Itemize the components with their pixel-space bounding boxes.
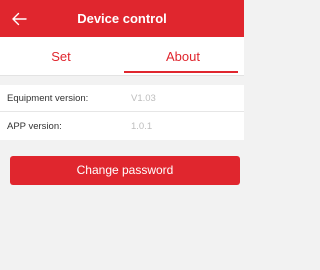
about-info-panel: Equipment version: V1.03 APP version: 1.… bbox=[0, 85, 244, 140]
equipment-version-row: Equipment version: V1.03 bbox=[0, 85, 244, 112]
app-version-value: 1.0.1 bbox=[131, 121, 153, 132]
equipment-version-label: Equipment version: bbox=[7, 93, 89, 104]
change-password-button[interactable]: Change password bbox=[10, 156, 240, 185]
tab-set[interactable]: Set bbox=[0, 37, 122, 75]
app-version-label: APP version: bbox=[7, 121, 62, 132]
equipment-version-value: V1.03 bbox=[131, 93, 156, 104]
app-version-row: APP version: 1.0.1 bbox=[0, 113, 244, 140]
tab-bar: Set About bbox=[0, 37, 244, 76]
tab-about[interactable]: About bbox=[122, 37, 244, 75]
active-tab-indicator bbox=[124, 71, 238, 73]
header-bar: Device control bbox=[0, 0, 244, 37]
page-title: Device control bbox=[77, 11, 167, 26]
